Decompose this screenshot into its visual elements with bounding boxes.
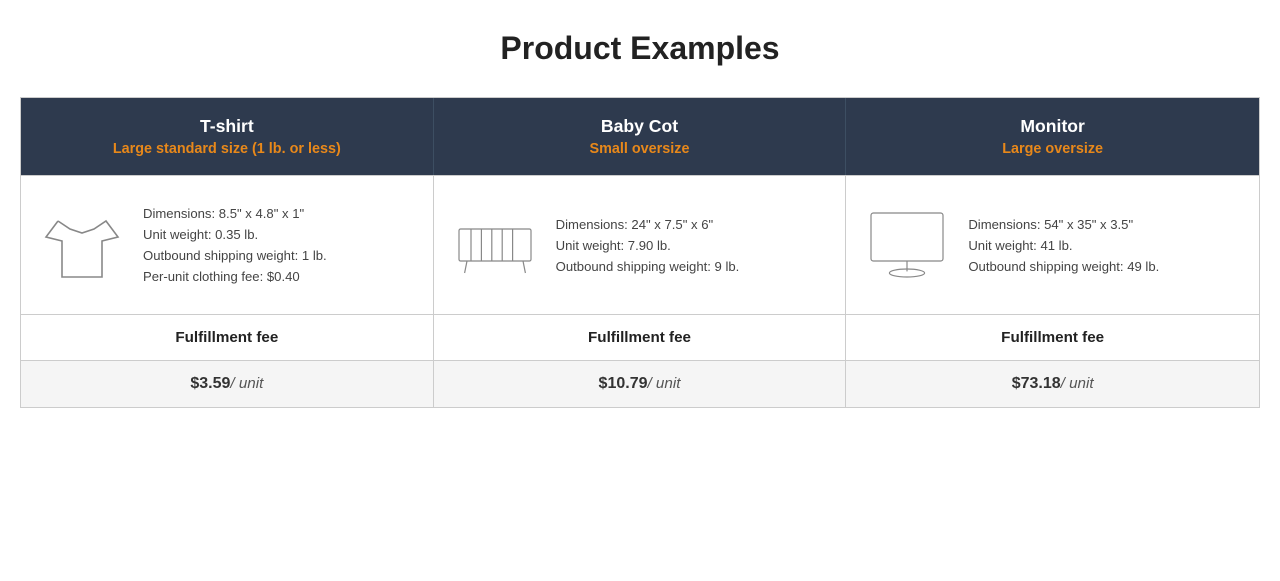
monitor-product-name: Monitor: [866, 116, 1239, 137]
fee-label-row: Fulfillment fee Fulfillment fee Fulfillm…: [21, 314, 1259, 360]
details-cell-monitor: Dimensions: 54" x 35" x 3.5" Unit weight…: [846, 176, 1259, 314]
tshirt-fee-label: Fulfillment fee: [21, 315, 434, 360]
monitor-fee-amount: $73.18: [1012, 375, 1061, 392]
baby-cot-fee-amount: $10.79: [599, 375, 648, 392]
monitor-icon: [862, 200, 952, 290]
tshirt-fee-amount: $3.59: [190, 375, 230, 392]
details-row: Dimensions: 8.5" x 4.8" x 1" Unit weight…: [21, 175, 1259, 314]
monitor-unit-weight: Unit weight: 41 lb.: [968, 238, 1072, 253]
monitor-dimensions: Dimensions: 54" x 35" x 3.5": [968, 217, 1133, 232]
header-row: T-shirt Large standard size (1 lb. or le…: [21, 98, 1259, 175]
baby-cot-unit-weight: Unit weight: 7.90 lb.: [556, 238, 671, 253]
tshirt-outbound-shipping: Outbound shipping weight: 1 lb.: [143, 248, 327, 263]
details-cell-tshirt: Dimensions: 8.5" x 4.8" x 1" Unit weight…: [21, 176, 434, 314]
header-cell-baby-cot: Baby Cot Small oversize: [434, 98, 847, 175]
baby-cot-product-name: Baby Cot: [454, 116, 826, 137]
baby-cot-fee-label: Fulfillment fee: [434, 315, 847, 360]
monitor-outbound-shipping: Outbound shipping weight: 49 lb.: [968, 259, 1159, 274]
baby-cot-fee-value: $10.79/ unit: [434, 361, 847, 407]
baby-cot-details: Dimensions: 24" x 7.5" x 6" Unit weight:…: [556, 214, 740, 277]
baby-cot-outbound-shipping: Outbound shipping weight: 9 lb.: [556, 259, 740, 274]
tshirt-unit-weight: Unit weight: 0.35 lb.: [143, 227, 258, 242]
tshirt-dimensions: Dimensions: 8.5" x 4.8" x 1": [143, 206, 304, 221]
tshirt-product-name: T-shirt: [41, 116, 413, 137]
tshirt-product-size: Large standard size (1 lb. or less): [41, 141, 413, 157]
tshirt-details: Dimensions: 8.5" x 4.8" x 1" Unit weight…: [143, 203, 327, 287]
monitor-fee-unit: / unit: [1061, 375, 1094, 392]
monitor-fee-value: $73.18/ unit: [846, 361, 1259, 407]
details-cell-baby-cot: Dimensions: 24" x 7.5" x 6" Unit weight:…: [434, 176, 847, 314]
tshirt-extra-fee: Per-unit clothing fee: $0.40: [143, 269, 300, 284]
monitor-product-size: Large oversize: [866, 141, 1239, 157]
tshirt-icon: [37, 200, 127, 290]
baby-cot-fee-unit: / unit: [647, 375, 680, 392]
tshirt-fee-unit: / unit: [230, 375, 263, 392]
baby-cot-product-size: Small oversize: [454, 141, 826, 157]
product-table: T-shirt Large standard size (1 lb. or le…: [20, 97, 1260, 408]
page-title: Product Examples: [20, 30, 1260, 67]
tshirt-fee-value: $3.59/ unit: [21, 361, 434, 407]
baby-cot-dimensions: Dimensions: 24" x 7.5" x 6": [556, 217, 714, 232]
baby-cot-icon: [450, 200, 540, 290]
header-cell-tshirt: T-shirt Large standard size (1 lb. or le…: [21, 98, 434, 175]
fee-value-row: $3.59/ unit $10.79/ unit $73.18/ unit: [21, 360, 1259, 407]
monitor-details: Dimensions: 54" x 35" x 3.5" Unit weight…: [968, 214, 1159, 277]
header-cell-monitor: Monitor Large oversize: [846, 98, 1259, 175]
monitor-fee-label: Fulfillment fee: [846, 315, 1259, 360]
